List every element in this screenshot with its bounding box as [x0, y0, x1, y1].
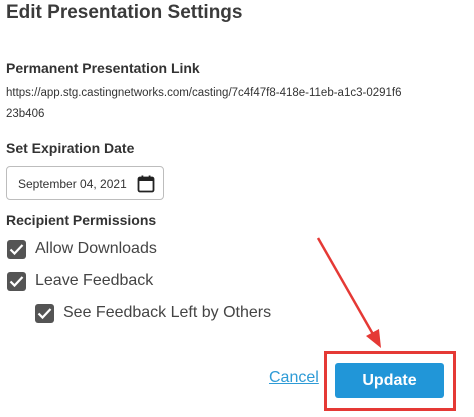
- dialog-title: Edit Presentation Settings: [6, 2, 243, 23]
- allow-downloads-checkbox[interactable]: [7, 240, 26, 259]
- leave-feedback-label: Leave Feedback: [35, 272, 154, 289]
- cancel-link[interactable]: Cancel: [269, 369, 319, 387]
- expiration-date-value: September 04, 2021: [18, 177, 127, 191]
- see-feedback-label: See Feedback Left by Others: [63, 304, 272, 321]
- calendar-icon[interactable]: [136, 174, 156, 194]
- highlight-box: [324, 351, 456, 411]
- expiration-date-input[interactable]: September 04, 2021: [6, 166, 164, 200]
- permanent-link-url[interactable]: https://app.stg.castingnetworks.com/cast…: [6, 83, 406, 125]
- allow-downloads-label: Allow Downloads: [35, 240, 157, 257]
- leave-feedback-checkbox[interactable]: [7, 272, 26, 291]
- see-feedback-checkbox[interactable]: [35, 304, 54, 323]
- recipient-permissions-label: Recipient Permissions: [6, 212, 157, 228]
- permanent-link-label: Permanent Presentation Link: [6, 60, 200, 76]
- expiration-date-label: Set Expiration Date: [6, 140, 135, 156]
